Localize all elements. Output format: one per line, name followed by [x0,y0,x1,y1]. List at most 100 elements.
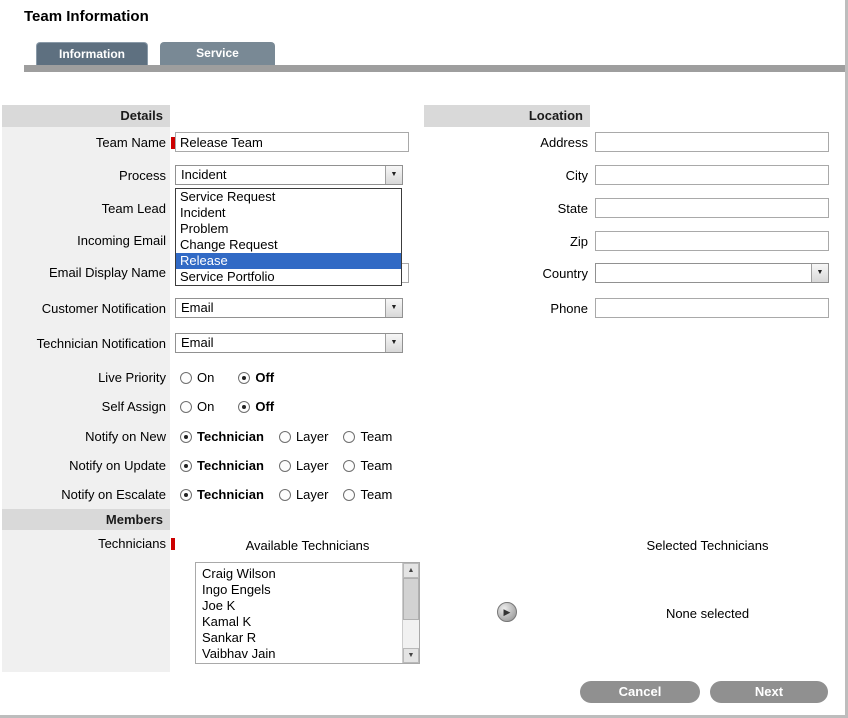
radio-label: Layer [296,487,329,502]
radio-label: Off [255,399,274,414]
technician-notification-label: Technician Notification [0,336,166,352]
team-name-label: Team Name [0,135,166,151]
move-right-button[interactable]: ▶ [497,602,517,622]
state-input[interactable] [595,198,829,218]
list-item[interactable]: Ingo Engels [196,582,419,598]
country-label: Country [424,266,588,282]
process-option-highlighted[interactable]: Release [176,253,401,269]
chevron-down-icon[interactable]: ▼ [385,166,402,184]
live-priority-off-radio[interactable] [238,372,250,384]
chevron-down-icon[interactable]: ▼ [385,334,402,352]
radio-label: Technician [197,429,264,444]
radio-label: Team [360,429,392,444]
self-assign-on-radio[interactable] [180,401,192,413]
list-item[interactable]: Sankar R [196,630,419,646]
tab-service[interactable]: Service [160,42,275,65]
notify-on-update-label: Notify on Update [0,458,166,474]
live-priority-radio-group: On Off [180,370,298,385]
customer-notification-select[interactable]: Email ▼ [175,298,403,318]
radio-label: Team [360,458,392,473]
radio-label: Layer [296,429,329,444]
team-name-label-text: Team Name [96,135,166,150]
scrollbar[interactable]: ▲ ▼ [402,563,419,663]
technician-notification-select[interactable]: Email ▼ [175,333,403,353]
notify-update-team-radio[interactable] [343,460,355,472]
available-technicians-title: Available Technicians [195,538,420,553]
process-option[interactable]: Problem [176,221,401,237]
country-select[interactable]: ▼ [595,263,829,283]
notify-on-new-radio-group: Technician Layer Team [180,429,407,444]
zip-input[interactable] [595,231,829,251]
radio-label: Technician [197,458,264,473]
notify-update-layer-radio[interactable] [279,460,291,472]
notify-on-update-radio-group: Technician Layer Team [180,458,407,473]
scroll-down-icon[interactable]: ▼ [403,648,419,663]
scroll-up-icon[interactable]: ▲ [403,563,419,578]
self-assign-radio-group: On Off [180,399,298,414]
process-option[interactable]: Service Portfolio [176,269,401,285]
incoming-email-label: Incoming Email [0,233,166,249]
details-label-column [2,127,170,509]
radio-label: Team [360,487,392,502]
technicians-label-text: Technicians [98,536,166,551]
members-section-header: Members [2,509,170,530]
next-button[interactable]: Next [710,681,828,703]
list-item[interactable]: Joe K [196,598,419,614]
notify-update-technician-radio[interactable] [180,460,192,472]
notify-on-escalate-radio-group: Technician Layer Team [180,487,407,502]
technicians-label: Technicians [0,536,166,552]
team-lead-label: Team Lead [0,201,166,217]
process-select-value: Incident [181,166,227,184]
notify-escalate-technician-radio[interactable] [180,489,192,501]
email-display-name-label: Email Display Name [0,265,166,281]
radio-label: On [197,370,214,385]
radio-label: Off [255,370,274,385]
zip-label: Zip [424,234,588,250]
details-section-header: Details [2,105,170,127]
selected-technicians-title: Selected Technicians [590,538,825,553]
process-dropdown-list: Service Request Incident Problem Change … [175,188,402,286]
notify-on-new-label: Notify on New [0,429,166,445]
phone-input[interactable] [595,298,829,318]
address-input[interactable] [595,132,829,152]
live-priority-label: Live Priority [0,370,166,386]
technician-notification-value: Email [181,334,214,352]
customer-notification-value: Email [181,299,214,317]
cancel-button[interactable]: Cancel [580,681,700,703]
city-label: City [424,168,588,184]
location-section-header: Location [424,105,590,127]
process-select[interactable]: Incident ▼ [175,165,403,185]
list-item[interactable]: Vaibhav Jain [196,646,419,662]
notify-new-technician-radio[interactable] [180,431,192,443]
tab-information[interactable]: Information [36,42,148,65]
live-priority-on-radio[interactable] [180,372,192,384]
list-item[interactable]: Kamal K [196,614,419,630]
team-information-screen: Team Information Information Service Det… [0,0,848,718]
list-item[interactable]: Craig Wilson [196,566,419,582]
city-input[interactable] [595,165,829,185]
selected-technicians-empty: None selected [590,606,825,621]
self-assign-label: Self Assign [0,399,166,415]
available-technicians-list[interactable]: Craig Wilson Ingo Engels Joe K Kamal K S… [195,562,420,664]
notify-escalate-layer-radio[interactable] [279,489,291,501]
scrollbar-thumb[interactable] [403,578,419,620]
radio-label: On [197,399,214,414]
customer-notification-label: Customer Notification [0,301,166,317]
notify-new-layer-radio[interactable] [279,431,291,443]
phone-label: Phone [424,301,588,317]
chevron-down-icon[interactable]: ▼ [385,299,402,317]
state-label: State [424,201,588,217]
radio-label: Technician [197,487,264,502]
process-option[interactable]: Change Request [176,237,401,253]
notify-escalate-team-radio[interactable] [343,489,355,501]
tab-band [24,65,845,72]
process-option[interactable]: Incident [176,205,401,221]
notify-new-team-radio[interactable] [343,431,355,443]
chevron-down-icon[interactable]: ▼ [811,264,828,282]
required-icon [171,538,175,550]
team-name-input[interactable] [175,132,409,152]
self-assign-off-radio[interactable] [238,401,250,413]
address-label: Address [424,135,588,151]
process-option[interactable]: Service Request [176,189,401,205]
notify-on-escalate-label: Notify on Escalate [0,487,166,503]
